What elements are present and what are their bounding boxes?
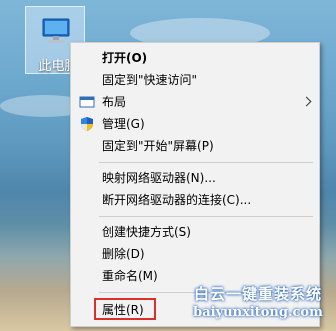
menu-item-create-shortcut[interactable]: 创建快捷方式(S) (71, 221, 319, 243)
menu-item-label: 固定到"开始"屏幕(P) (102, 139, 214, 153)
chevron-right-icon (301, 96, 312, 107)
menu-item-label: 创建快捷方式(S) (102, 225, 191, 239)
menu-item-open[interactable]: 打开(O) (71, 47, 319, 69)
menu-item-map-network-drive[interactable]: 映射网络驱动器(N)... (71, 167, 319, 189)
menu-item-layout[interactable]: 布局 (71, 91, 319, 113)
menu-item-disconnect-network-drive[interactable]: 断开网络驱动器的连接(C)... (71, 189, 319, 211)
menu-separator (99, 216, 313, 217)
menu-item-label: 断开网络驱动器的连接(C)... (102, 193, 252, 207)
menu-item-label: 映射网络驱动器(N)... (102, 171, 216, 185)
menu-item-label: 删除(D) (102, 247, 145, 261)
menu-item-pin-start[interactable]: 固定到"开始"屏幕(P) (71, 135, 319, 157)
menu-item-label: 打开(O) (102, 51, 148, 65)
layout-icon (79, 96, 95, 108)
highlight-box (94, 298, 156, 320)
menu-item-label: 管理(G) (102, 117, 145, 131)
uac-shield-icon (81, 117, 93, 131)
menu-item-label: 固定到"快速访问" (102, 73, 198, 87)
menu-item-manage[interactable]: 管理(G) (71, 113, 319, 135)
menu-item-delete[interactable]: 删除(D) (71, 243, 319, 265)
menu-separator (99, 162, 313, 163)
menu-item-pin-quick-access[interactable]: 固定到"快速访问" (71, 69, 319, 91)
menu-item-label: 布局 (102, 95, 127, 109)
watermark-title: 白云一键重装系统 (193, 285, 322, 303)
menu-item-label: 重命名(M) (102, 269, 158, 283)
watermark: 白云一键重装系统 baiyunxitong.com (182, 284, 334, 326)
watermark-url: baiyunxitong.com (193, 305, 323, 320)
computer-icon (42, 18, 70, 43)
